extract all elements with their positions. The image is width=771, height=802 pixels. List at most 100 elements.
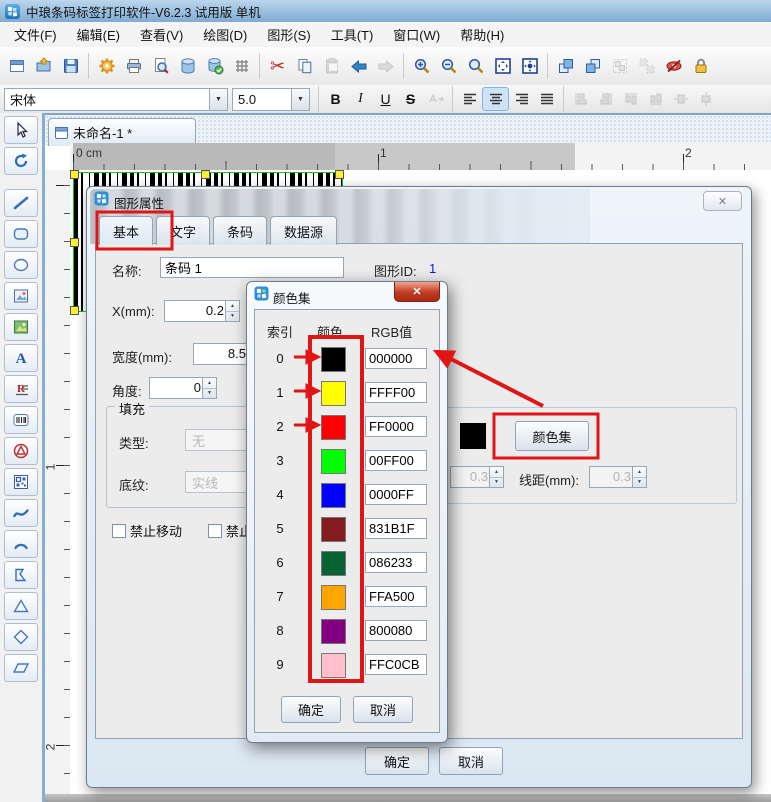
- horizontal-scrollbar[interactable]: [45, 794, 771, 802]
- align-right-icon[interactable]: [509, 88, 534, 110]
- diamond-icon[interactable]: [4, 623, 38, 651]
- bold-button[interactable]: B: [323, 88, 348, 110]
- font-family-select[interactable]: 宋体 ▼: [4, 88, 228, 111]
- checkbox-lock-move[interactable]: 禁止移动: [112, 521, 182, 540]
- selection-handle[interactable]: [201, 170, 210, 179]
- rounded-rect-icon[interactable]: [4, 220, 38, 248]
- selection-handle[interactable]: [70, 238, 79, 247]
- rgb-value-field[interactable]: [365, 518, 427, 539]
- tab-datasource[interactable]: 数据源: [270, 216, 337, 245]
- curve-icon[interactable]: [4, 499, 38, 527]
- fit-window-icon[interactable]: [489, 53, 516, 80]
- rgb-value-field[interactable]: [365, 416, 427, 437]
- color-swatch[interactable]: [321, 585, 346, 610]
- name-input[interactable]: [160, 257, 344, 278]
- color-cancel-button[interactable]: 取消: [353, 696, 413, 723]
- database-icon[interactable]: [174, 53, 201, 80]
- align-left-icon[interactable]: [457, 88, 482, 110]
- color-swatch[interactable]: [321, 483, 346, 508]
- bring-to-front-icon[interactable]: [552, 53, 579, 80]
- parallelogram-icon[interactable]: [4, 654, 38, 682]
- checkbox-icon[interactable]: [112, 524, 126, 538]
- menu-edit[interactable]: 编辑(E): [67, 22, 130, 47]
- chevron-down-icon[interactable]: ▼: [209, 89, 227, 110]
- rgb-value-field[interactable]: [365, 552, 427, 573]
- print-preview-icon[interactable]: [147, 53, 174, 80]
- zoom-out-icon[interactable]: [435, 53, 462, 80]
- open-folder-icon[interactable]: [30, 53, 57, 80]
- color-swatch[interactable]: [321, 517, 346, 542]
- send-to-back-icon[interactable]: [579, 53, 606, 80]
- undo-icon[interactable]: [345, 53, 372, 80]
- tab-barcode[interactable]: 条码: [213, 216, 267, 245]
- color-set-button[interactable]: 颜色集: [515, 421, 589, 451]
- color-swatch[interactable]: [321, 347, 346, 372]
- grid-icon[interactable]: [228, 53, 255, 80]
- color-swatch[interactable]: [321, 415, 346, 440]
- print-icon[interactable]: [120, 53, 147, 80]
- strikethrough-button[interactable]: S: [398, 88, 423, 110]
- spin-buttons[interactable]: ▲▼: [202, 378, 216, 398]
- properties-cancel-button[interactable]: 取消: [439, 747, 503, 775]
- database-check-icon[interactable]: [201, 53, 228, 80]
- menu-view[interactable]: 查看(V): [130, 22, 193, 47]
- hide-object-icon[interactable]: [660, 53, 687, 80]
- text-icon[interactable]: A: [4, 344, 38, 372]
- italic-button[interactable]: I: [348, 88, 373, 110]
- image-icon[interactable]: [4, 313, 38, 341]
- font-size-select[interactable]: 5.0 ▼: [232, 88, 310, 111]
- selection-handle[interactable]: [70, 170, 79, 179]
- image-frame-icon[interactable]: [4, 282, 38, 310]
- arc-icon[interactable]: [4, 530, 38, 558]
- rgb-value-field[interactable]: [365, 450, 427, 471]
- angle-spinner[interactable]: 0 ▲▼: [149, 377, 217, 399]
- new-document-icon[interactable]: [3, 53, 30, 80]
- color-swatch[interactable]: [321, 619, 346, 644]
- tab-text[interactable]: 文字: [156, 216, 210, 245]
- color-swatch[interactable]: [321, 653, 346, 678]
- underline-button[interactable]: U: [373, 88, 398, 110]
- spin-buttons[interactable]: ▲▼: [225, 301, 239, 321]
- rgb-value-field[interactable]: [365, 654, 427, 675]
- rgb-value-field[interactable]: [365, 382, 427, 403]
- lock-object-icon[interactable]: [687, 53, 714, 80]
- zoom-icon[interactable]: [462, 53, 489, 80]
- close-icon[interactable]: ✕: [703, 191, 742, 211]
- polygon-icon[interactable]: [4, 561, 38, 589]
- settings-gear-icon[interactable]: [93, 53, 120, 80]
- cut-icon[interactable]: ✂: [264, 53, 291, 80]
- select-cursor-icon[interactable]: [4, 116, 38, 144]
- x-spinner[interactable]: 0.2 ▲▼: [164, 300, 240, 322]
- zoom-in-icon[interactable]: [408, 53, 435, 80]
- rich-text-icon[interactable]: R: [4, 375, 38, 403]
- triangle-icon[interactable]: [4, 592, 38, 620]
- rotate-icon[interactable]: [4, 147, 38, 175]
- selection-handle[interactable]: [335, 170, 344, 179]
- menu-tools[interactable]: 工具(T): [321, 22, 384, 47]
- seal-icon[interactable]: [4, 437, 38, 465]
- ellipse-icon[interactable]: [4, 251, 38, 279]
- align-center-icon[interactable]: [482, 87, 509, 111]
- save-icon[interactable]: [57, 53, 84, 80]
- rgb-value-field[interactable]: [365, 484, 427, 505]
- document-tab[interactable]: 未命名-1 *: [48, 118, 196, 146]
- qr-code-icon[interactable]: [4, 468, 38, 496]
- line-icon[interactable]: [4, 189, 38, 217]
- rgb-value-field[interactable]: [365, 348, 427, 369]
- tab-basic[interactable]: 基本: [99, 216, 153, 245]
- properties-ok-button[interactable]: 确定: [365, 747, 429, 775]
- menu-draw[interactable]: 绘图(D): [193, 22, 257, 47]
- color-ok-button[interactable]: 确定: [281, 696, 341, 723]
- menu-shape[interactable]: 图形(S): [257, 22, 320, 47]
- menu-window[interactable]: 窗口(W): [383, 22, 450, 47]
- color-swatch[interactable]: [321, 381, 346, 406]
- rgb-value-field[interactable]: [365, 586, 427, 607]
- selection-handle[interactable]: [70, 306, 79, 315]
- copy-icon[interactable]: [291, 53, 318, 80]
- checkbox-icon[interactable]: [208, 524, 222, 538]
- rgb-value-field[interactable]: [365, 620, 427, 641]
- barcode-icon[interactable]: [4, 406, 38, 434]
- menu-help[interactable]: 帮助(H): [450, 22, 514, 47]
- fit-object-icon[interactable]: [516, 53, 543, 80]
- line-color-swatch[interactable]: [460, 423, 486, 449]
